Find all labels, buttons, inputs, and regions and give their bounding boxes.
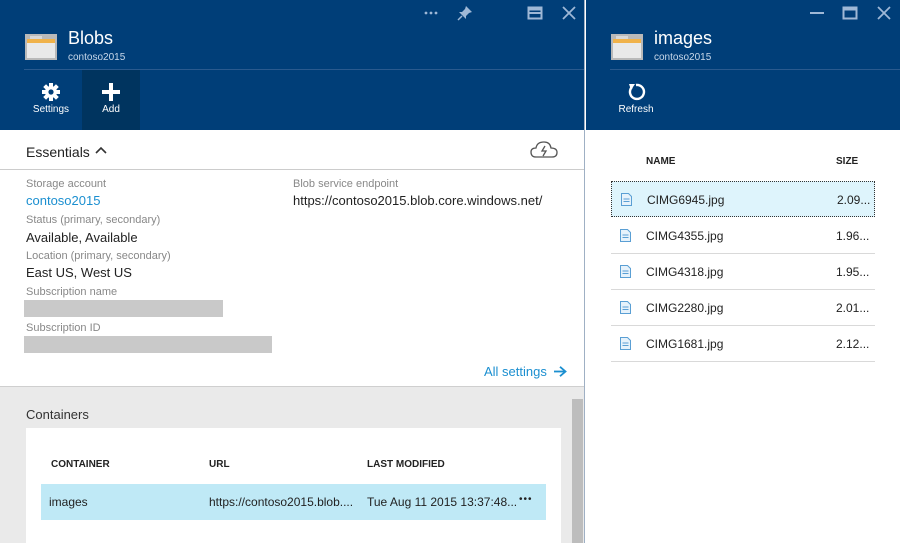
file-name: CIMG6945.jpg xyxy=(647,193,725,207)
containers-section: Containers CONTAINER URL LAST MODIFIED i… xyxy=(0,386,584,543)
blob-endpoint-label: Blob service endpoint xyxy=(293,178,399,190)
pin-icon[interactable] xyxy=(457,5,473,21)
list-item[interactable]: CIMG6945.jpg 2.09... xyxy=(611,181,875,217)
list-item[interactable]: CIMG4318.jpg 1.95... xyxy=(611,254,875,290)
table-row[interactable]: images https://contoso2015.blob.... Tue … xyxy=(41,484,546,520)
file-icon xyxy=(620,301,631,314)
file-size: 2.01... xyxy=(836,301,870,315)
file-icon xyxy=(620,229,631,242)
column-header-size[interactable]: SIZE xyxy=(836,156,858,167)
refresh-icon xyxy=(628,83,646,101)
file-size: 2.09... xyxy=(837,193,871,207)
gear-icon xyxy=(42,83,60,101)
subscription-name-label: Subscription name xyxy=(26,286,118,298)
settings-button[interactable]: Settings xyxy=(22,70,80,130)
storage-account-link[interactable]: contoso2015 xyxy=(26,193,100,208)
close-icon[interactable] xyxy=(561,5,577,21)
row-more-options-icon[interactable]: ••• xyxy=(519,494,533,505)
more-options-icon[interactable] xyxy=(423,5,439,21)
all-settings-link[interactable]: All settings xyxy=(484,364,567,379)
file-icon xyxy=(621,193,632,206)
all-settings-label: All settings xyxy=(484,364,547,379)
status-label: Status (primary, secondary) xyxy=(26,214,161,226)
settings-label: Settings xyxy=(32,104,70,115)
refresh-label: Refresh xyxy=(618,104,654,115)
file-name: CIMG1681.jpg xyxy=(646,337,724,351)
blob-list: NAME SIZE CIMG6945.jpg 2.09... CIMG4355.… xyxy=(586,130,900,543)
subscription-id-redacted xyxy=(24,336,272,353)
chevron-up-icon[interactable] xyxy=(95,145,107,155)
storage-folder-icon xyxy=(25,34,57,60)
minimize-icon[interactable] xyxy=(809,5,825,21)
maximize-icon[interactable] xyxy=(842,5,858,21)
add-label: Add xyxy=(102,104,120,115)
blade-header: Blobs contoso2015 Settings Add xyxy=(0,0,584,130)
add-button[interactable]: Add xyxy=(82,70,140,130)
status-value: Available, Available xyxy=(26,230,138,245)
cloud-icon[interactable] xyxy=(530,140,558,160)
blobs-blade: Blobs contoso2015 Settings Add Essential… xyxy=(0,0,585,543)
essentials-header[interactable]: Essentials xyxy=(0,130,584,170)
blade-title: Blobs xyxy=(68,28,114,48)
file-name: CIMG2280.jpg xyxy=(646,301,724,315)
close-icon[interactable] xyxy=(876,5,892,21)
subscription-id-label: Subscription ID xyxy=(26,322,101,334)
blade-subtitle: contoso2015 xyxy=(68,52,126,63)
list-item[interactable]: CIMG4355.jpg 1.96... xyxy=(611,218,875,254)
file-name: CIMG4318.jpg xyxy=(646,265,724,279)
images-blade: images contoso2015 Refresh NAME SIZE CIM… xyxy=(586,0,900,543)
column-header-container[interactable]: CONTAINER xyxy=(51,459,110,470)
containers-title: Containers xyxy=(26,407,89,422)
blade-subtitle: contoso2015 xyxy=(654,52,712,63)
container-url: https://contoso2015.blob.... xyxy=(209,495,354,509)
file-size: 1.95... xyxy=(836,265,870,279)
file-icon xyxy=(620,265,631,278)
arrow-right-icon xyxy=(553,366,567,377)
list-item[interactable]: CIMG1681.jpg 2.12... xyxy=(611,326,875,362)
containers-table: CONTAINER URL LAST MODIFIED images https… xyxy=(26,428,561,543)
column-header-last-modified[interactable]: LAST MODIFIED xyxy=(367,459,445,470)
subscription-name-redacted xyxy=(24,300,223,317)
list-item[interactable]: CIMG2280.jpg 2.01... xyxy=(611,290,875,326)
maximize-icon[interactable] xyxy=(527,5,543,21)
file-name: CIMG4355.jpg xyxy=(646,229,724,243)
container-folder-icon xyxy=(611,34,643,60)
refresh-button[interactable]: Refresh xyxy=(607,70,665,130)
storage-account-label: Storage account xyxy=(26,178,107,190)
plus-icon xyxy=(102,83,120,101)
essentials-title: Essentials xyxy=(26,144,90,160)
container-last-modified: Tue Aug 11 2015 13:37:48... xyxy=(367,495,518,509)
location-label: Location (primary, secondary) xyxy=(26,250,171,262)
file-size: 1.96... xyxy=(836,229,870,243)
blob-endpoint-value: https://contoso2015.blob.core.windows.ne… xyxy=(293,193,543,208)
blade-header: images contoso2015 Refresh xyxy=(586,0,900,130)
column-header-name[interactable]: NAME xyxy=(646,156,675,167)
location-value: East US, West US xyxy=(26,265,132,280)
file-icon xyxy=(620,337,631,350)
file-size: 2.12... xyxy=(836,337,870,351)
container-name: images xyxy=(49,495,88,509)
column-header-url[interactable]: URL xyxy=(209,459,230,470)
blade-title: images xyxy=(654,28,713,48)
scrollbar[interactable] xyxy=(572,399,583,543)
